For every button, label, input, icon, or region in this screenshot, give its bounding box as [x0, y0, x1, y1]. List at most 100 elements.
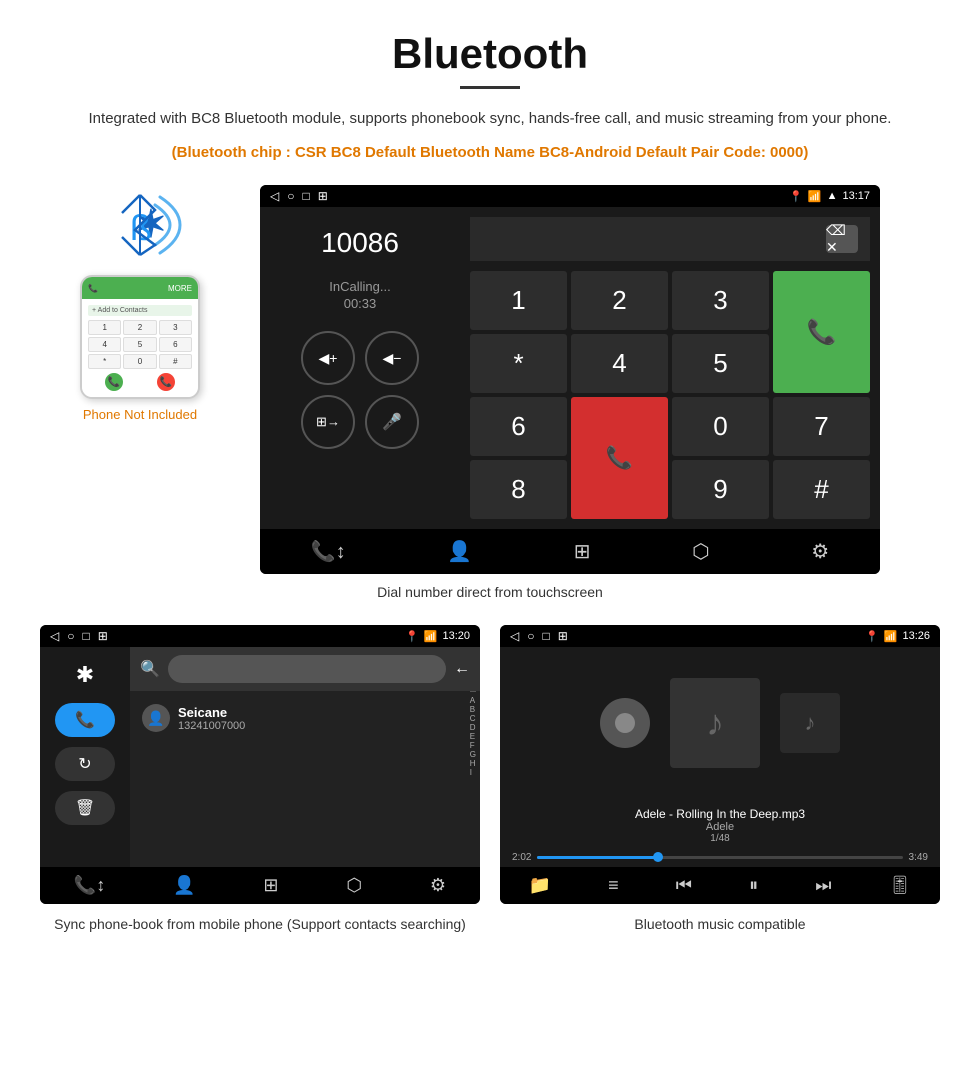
phone-mockup: 📞 MORE + Add to Contacts 1 2 3 4 5 6 * 0…	[80, 275, 200, 399]
mic-button[interactable]: 🎤	[365, 395, 419, 449]
music-note-small: ♪	[805, 710, 816, 736]
music-time: 13:26	[902, 630, 930, 642]
music-item: ◁ ○ □ ⊞ 📍 📶 13:26	[500, 625, 940, 935]
search-input[interactable]	[168, 655, 446, 683]
music-status-left: ◁ ○ □ ⊞	[510, 629, 568, 643]
phonebook-caption: Sync phone-book from mobile phone (Suppo…	[40, 914, 480, 935]
pb-nav-share[interactable]: ⬡	[346, 875, 362, 896]
phone-sidebar-btn[interactable]: 📞	[55, 703, 115, 737]
location-icon: 📍	[789, 190, 803, 203]
phone-key-3: 3	[159, 320, 192, 335]
dial-controls: ◀+ ◀− ⊞→ 🎤	[301, 331, 419, 449]
pb-nav-bar: 📞↕ 👤 ⊞ ⬡ ⚙	[40, 867, 480, 904]
progress-bar-container: 2:02 3:49	[500, 848, 940, 867]
dial-number: 10086	[321, 227, 399, 259]
nav-share-icon[interactable]: ⬡	[692, 539, 709, 564]
phonebook-item: ◁ ○ □ ⊞ 📍 📶 13:20 ✱ 📞	[40, 625, 480, 935]
key-9[interactable]: 9	[672, 460, 769, 519]
dial-main: 10086 InCalling... 00:33 ◀+ ◀− ⊞→ 🎤 ⌫ ✕	[260, 207, 880, 529]
android-status-bar: ◁ ○ □ ⊞ 📍 📶 ▲ 13:17	[260, 185, 880, 207]
pb-nav-contacts[interactable]: 👤	[173, 875, 195, 896]
play-pause-icon[interactable]: ⏸	[749, 875, 758, 896]
phone-key-star: *	[88, 354, 121, 369]
alpha-divider	[470, 691, 476, 692]
music-note-icon: ♪	[706, 702, 724, 744]
phonebook-search-bar: 🔍 ←	[130, 647, 480, 691]
key-5[interactable]: 5	[672, 334, 769, 393]
dial-caption: Dial number direct from touchscreen	[40, 584, 940, 600]
music-counter: 1/48	[500, 833, 940, 844]
dial-nav-bar: 📞↕ 👤 ⊞ ⬡ ⚙	[260, 529, 880, 574]
pb-nav-settings[interactable]: ⚙	[430, 875, 446, 896]
progress-bar[interactable]	[537, 856, 902, 859]
bt-sidebar-icon: ✱	[76, 662, 94, 688]
backspace-button[interactable]: ⌫ ✕	[826, 225, 858, 253]
pb-time: 13:20	[442, 630, 470, 642]
key-6[interactable]: 6	[470, 397, 567, 456]
key-star[interactable]: *	[470, 334, 567, 393]
search-icon: 🔍	[140, 659, 160, 679]
nav-contacts-icon[interactable]: 👤	[447, 539, 472, 564]
key-7[interactable]: 7	[773, 397, 870, 456]
title-underline	[460, 86, 520, 89]
call-timer: 00:33	[344, 296, 377, 311]
music-caption: Bluetooth music compatible	[500, 914, 940, 935]
contact-name: Seicane	[178, 705, 468, 720]
list-icon[interactable]: ≡	[608, 875, 619, 896]
key-1[interactable]: 1	[470, 271, 567, 330]
key-2[interactable]: 2	[571, 271, 668, 330]
nav-keypad-icon[interactable]: ⊞	[574, 539, 591, 564]
bluetooth-icon-area: ✶ ß	[80, 185, 200, 265]
key-hash[interactable]: #	[773, 460, 870, 519]
switch-button[interactable]: ⊞→	[301, 395, 355, 449]
key-0[interactable]: 0	[672, 397, 769, 456]
refresh-sidebar-btn[interactable]: ↻	[55, 747, 115, 781]
vol-down-button[interactable]: ◀−	[365, 331, 419, 385]
time-total: 3:49	[909, 852, 928, 863]
key-8[interactable]: 8	[470, 460, 567, 519]
dot-indicator	[600, 698, 650, 748]
music-apps-icon: ⊞	[558, 629, 568, 643]
progress-fill	[537, 856, 657, 859]
music-controls: 📁 ≡ ⏮ ⏸ ⏭ 🎚	[500, 867, 940, 904]
folder-icon[interactable]: 📁	[529, 875, 551, 896]
nav-phone-icon[interactable]: 📞↕	[311, 539, 346, 564]
contact-list: 👤 Seicane 13241007000	[130, 691, 480, 745]
delete-sidebar-btn[interactable]: 🗑	[55, 791, 115, 825]
music-info: Adele - Rolling In the Deep.mp3 Adele 1/…	[500, 799, 940, 848]
phone-bottom-buttons: 📞 📞	[88, 373, 192, 391]
alpha-I: I	[470, 769, 476, 777]
key-3[interactable]: 3	[672, 271, 769, 330]
music-home-icon: ○	[527, 629, 534, 643]
alpha-A: A	[470, 697, 476, 705]
key-4[interactable]: 4	[571, 334, 668, 393]
status-left: ◁ ○ □ ⊞	[270, 189, 328, 203]
green-call-button[interactable]: 📞	[773, 271, 870, 393]
next-icon[interactable]: ⏭	[815, 875, 831, 896]
arrow-left-icon: ←	[454, 660, 470, 678]
pb-nav-phone[interactable]: 📞↕	[74, 875, 105, 896]
wifi-icon: ▲	[827, 190, 838, 202]
music-location-icon: 📍	[865, 630, 879, 643]
home-icon: ○	[287, 189, 294, 203]
music-top-area: ♪ ♪	[500, 647, 940, 799]
music-recents-icon: □	[542, 629, 549, 643]
pb-nav-keypad[interactable]: ⊞	[263, 875, 278, 896]
intro-text: Integrated with BC8 Bluetooth module, su…	[40, 107, 940, 131]
alpha-G: G	[470, 751, 476, 759]
prev-icon[interactable]: ⏮	[676, 875, 692, 896]
apps-icon: ⊞	[318, 189, 328, 203]
nav-settings-icon[interactable]: ⚙	[811, 539, 829, 564]
phone-bar-more: MORE	[168, 284, 192, 293]
pb-signal-icon: 📶	[424, 630, 438, 643]
music-layout: ♪ ♪ Adele - Rolling In the Deep.mp3 Adel…	[500, 647, 940, 867]
pb-location-icon: 📍	[405, 630, 419, 643]
red-call-button[interactable]: 📞	[571, 397, 668, 519]
alpha-B: B	[470, 706, 476, 714]
alpha-F: F	[470, 742, 476, 750]
vol-up-button[interactable]: ◀+	[301, 331, 355, 385]
music-artist: Adele	[500, 821, 940, 833]
album-art-small: ♪	[780, 693, 840, 753]
equalizer-icon[interactable]: 🎚	[889, 875, 912, 896]
phone-top-bar: 📞 MORE	[82, 277, 198, 299]
